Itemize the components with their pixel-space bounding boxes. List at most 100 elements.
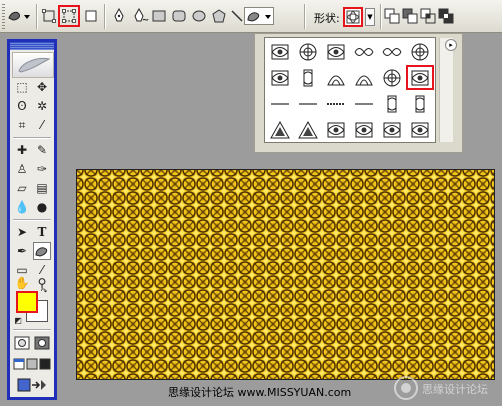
knot-square-icon [271,44,289,59]
options-bar-grip[interactable] [2,4,5,29]
standard-mode-icon [14,336,30,350]
dodge-tool[interactable]: ● [33,198,51,216]
rectangle-tool-button[interactable] [150,7,168,25]
healing-brush-tool[interactable]: ✚ [13,141,31,159]
knot-weave-icon [327,122,345,137]
pen-tool[interactable]: ✒ [13,242,31,260]
quick-mask-mode-button[interactable] [33,334,51,352]
gradient-tool[interactable]: ▤ [33,179,51,197]
gradient-icon: ▤ [36,181,48,195]
clone-stamp-tool[interactable]: ♙ [13,160,31,178]
line-tool-icon [231,10,243,22]
shape-cell[interactable] [267,92,293,115]
shape-cell[interactable] [323,92,349,115]
swap-colors-button[interactable]: ↷ [39,287,49,297]
marquee-tool[interactable]: ⬚ [13,78,31,96]
document-canvas[interactable] [76,169,495,380]
hand-tool[interactable]: ✋ [13,274,31,292]
shape-cell[interactable] [351,66,377,89]
swap-arrow-icon: ↷ [40,287,48,296]
type-tool[interactable]: T [33,223,51,241]
jump-to-imageready-button[interactable] [13,376,51,394]
app-feather-logo[interactable] [12,52,54,78]
palette-scrollbar[interactable] [439,38,453,142]
history-brush-tool[interactable]: ✑ [33,160,51,178]
separator [304,4,306,29]
shape-cell[interactable] [379,66,405,89]
divider-dots-icon [327,102,345,105]
full-screen-icon [39,358,51,370]
shape-cell[interactable] [295,118,321,141]
shape-dropdown-arrow[interactable]: ▼ [365,8,375,26]
tool-preset-picker[interactable] [6,7,32,25]
exclude-overlapping-areas-button[interactable] [438,8,454,24]
eraser-tool[interactable]: ▱ [13,179,31,197]
slice-icon: ⁄ [40,118,43,132]
shape-picker-button[interactable] [343,7,363,27]
shape-cell[interactable] [406,65,434,90]
shape-cell[interactable] [323,118,349,141]
knot-vine-icon [303,69,313,86]
rounded-rectangle-tool-button[interactable] [170,7,188,25]
celtic-knot-shape-icon [346,10,360,24]
shape-cell[interactable] [379,40,405,63]
divider-line-icon [299,102,317,105]
polygon-tool-icon [212,9,226,23]
site-credit: 思缘设计论坛 www.MISSYUAN.com [168,384,351,400]
magic-wand-tool[interactable]: ✲ [33,97,51,115]
full-screen-mode-button[interactable] [39,355,51,373]
fill-pixels-button[interactable] [82,7,100,25]
custom-shape-tool-button[interactable] [244,7,274,25]
move-tool[interactable]: ✥ [33,78,51,96]
crop-tool[interactable]: ⌗ [13,116,31,134]
shape-cell[interactable] [351,40,377,63]
standard-screen-mode-button[interactable] [13,355,25,373]
slice-tool[interactable]: ⁄ [33,116,51,134]
custom-shape-tool[interactable] [33,242,51,260]
default-colors-button[interactable]: ◩ [13,316,23,326]
shape-cell[interactable] [407,92,433,115]
separator [13,137,51,139]
custom-shape-icon [35,247,48,257]
shape-cell[interactable] [267,66,293,89]
shape-cell[interactable] [295,40,321,63]
shape-layers-button[interactable] [40,7,58,25]
shape-cell[interactable] [267,40,293,63]
shape-cell[interactable] [351,118,377,141]
shape-cell[interactable] [295,66,321,89]
quick-mask-icon [34,336,50,350]
drop-icon: 💧 [14,200,30,214]
shape-cell[interactable] [407,118,433,141]
shape-cell[interactable] [295,92,321,115]
blur-tool[interactable]: 💧 [13,198,31,216]
intersect-shape-areas-button[interactable] [420,8,436,24]
shape-cell[interactable] [379,118,405,141]
bandage-icon: ✚ [16,143,28,157]
pen-tool-button[interactable] [110,7,128,25]
shape-cell[interactable] [323,40,349,63]
rounded-rectangle-tool-icon [172,10,186,22]
path-selection-tool[interactable]: ➤ [13,223,31,241]
full-screen-menu-mode-button[interactable] [26,355,38,373]
shape-cell[interactable] [267,118,293,141]
paths-button[interactable] [58,5,80,27]
ellipse-tool-button[interactable] [190,7,208,25]
separator [13,219,51,221]
knot-triquetra-icon [298,120,318,138]
tools-panel-title-bar[interactable] [10,42,54,50]
shape-cell[interactable] [407,40,433,63]
foreground-color-swatch[interactable] [16,291,38,313]
brush-tool[interactable]: ✎ [33,141,51,159]
shape-cell[interactable] [351,92,377,115]
shape-cell[interactable] [379,92,405,115]
lasso-tool[interactable]: ʘ [13,97,31,115]
freeform-pen-button[interactable] [132,7,150,25]
polygon-tool-button[interactable] [210,7,228,25]
palette-menu-button[interactable]: ▸ [445,39,457,51]
shape-cell[interactable] [323,66,349,89]
add-to-shape-area-button[interactable] [384,8,400,24]
subtract-from-shape-area-button[interactable] [402,8,418,24]
history-brush-icon: ✑ [36,162,48,176]
dodge-icon: ● [36,200,48,214]
standard-mode-button[interactable] [13,334,31,352]
